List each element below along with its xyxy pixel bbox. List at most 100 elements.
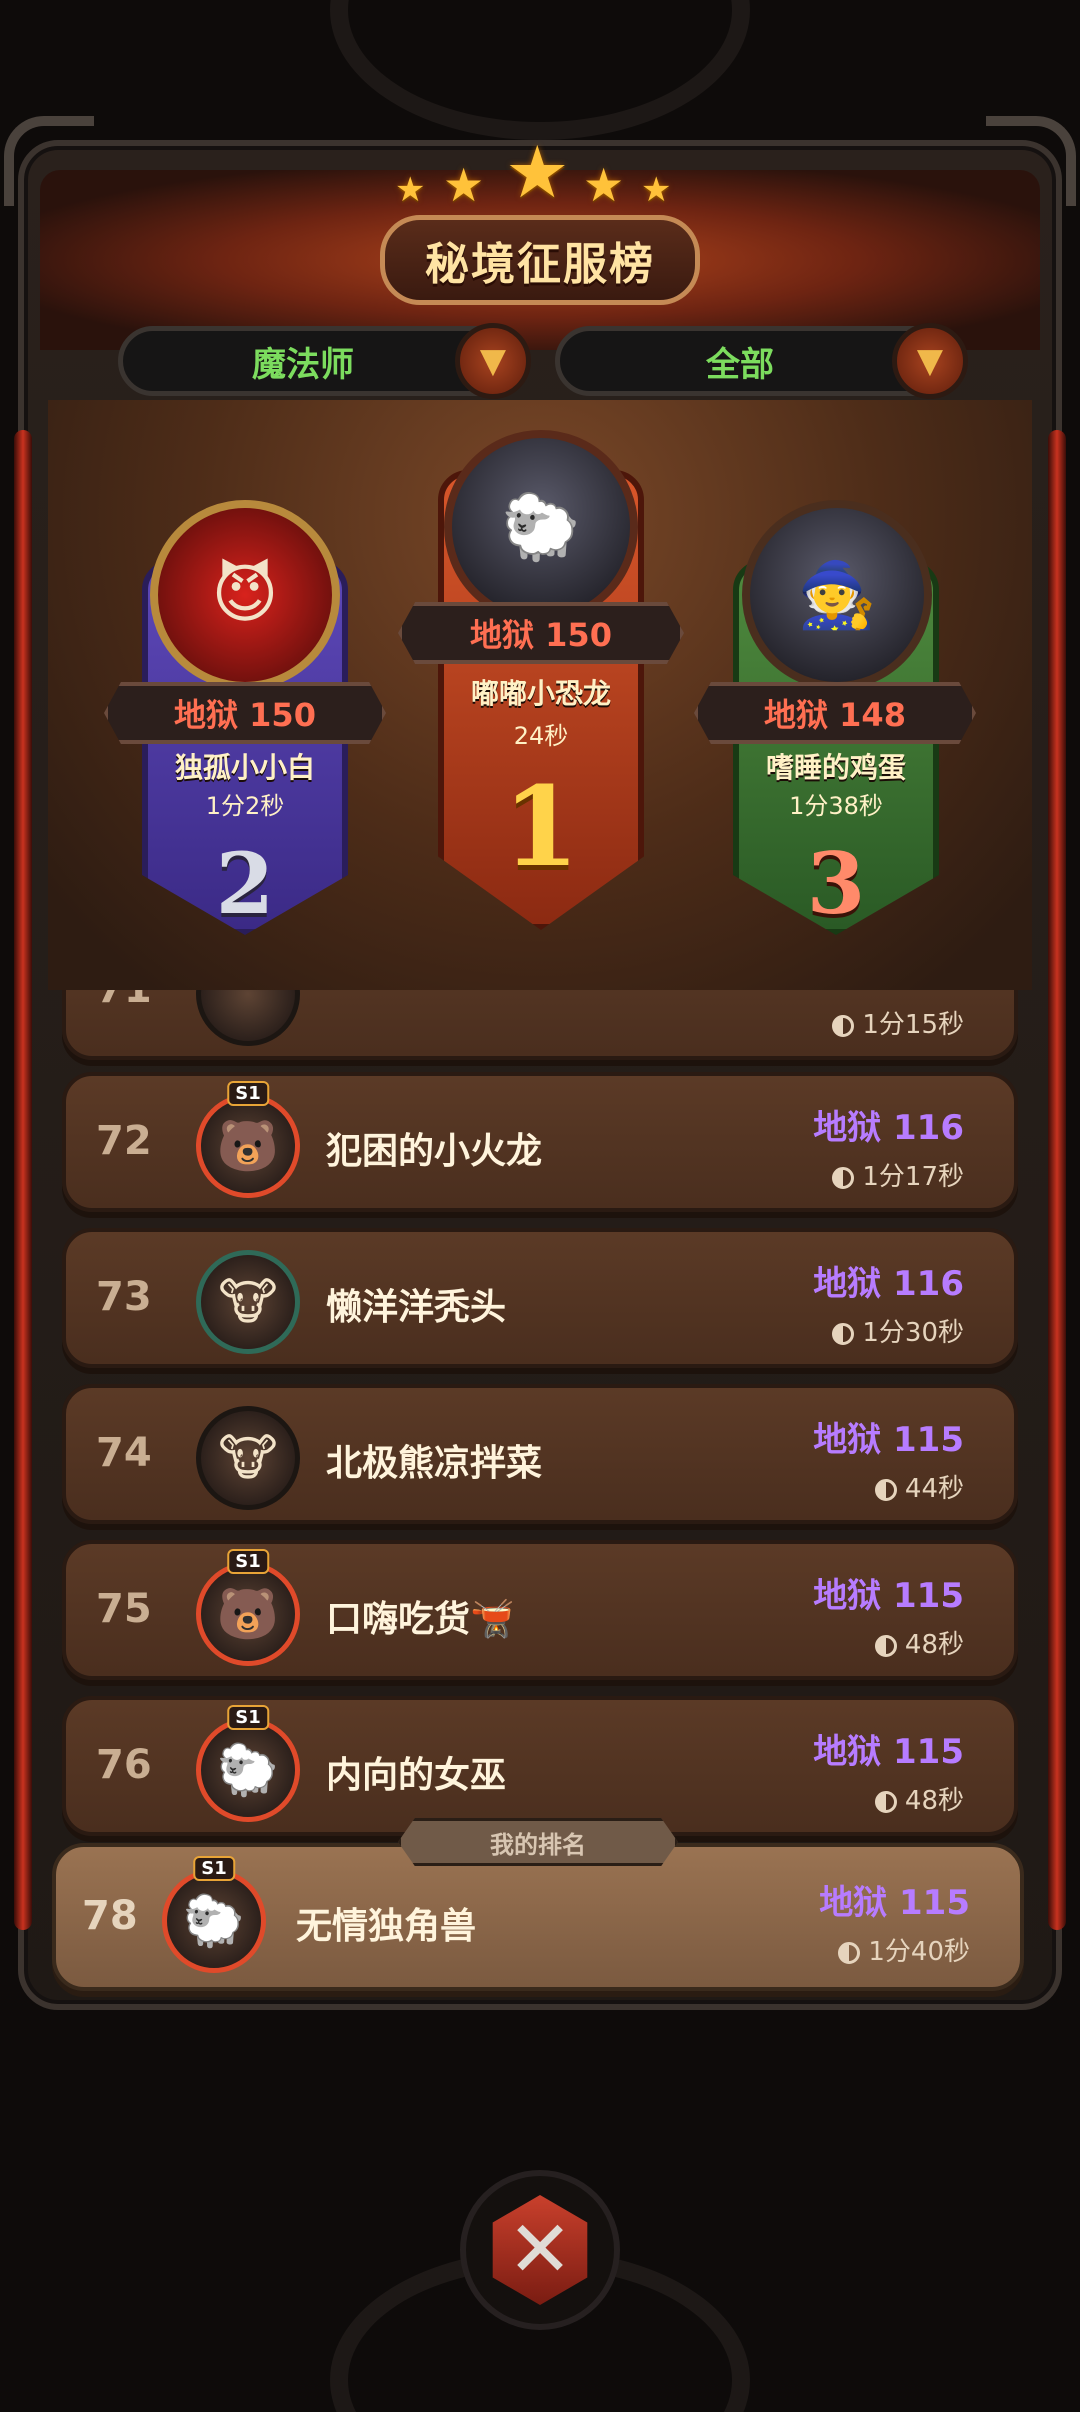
row-time: 1分17秒 xyxy=(832,1156,964,1193)
star-icon: ★ xyxy=(505,130,570,214)
player-name: 独孤小小白 xyxy=(174,751,315,784)
row-time: 1分40秒 xyxy=(838,1931,970,1968)
table-row[interactable]: 75 🐻 S1 口嗨吃货🫕 地狱 115 48秒 xyxy=(62,1540,1018,1680)
row-rank: 76 xyxy=(96,1742,152,1788)
player-name: 口嗨吃货🫕 xyxy=(326,1599,515,1640)
rank-number: 3 xyxy=(806,834,866,933)
avatar[interactable]: 🧙 xyxy=(742,500,932,690)
ranking-list[interactable]: 71 1分15秒 72 🐻 S1 犯困的小火龙 地狱 116 1分17秒 73 … xyxy=(48,990,1032,1890)
class-filter-dropdown[interactable]: 魔法师 ▼ xyxy=(118,323,531,399)
table-row[interactable]: 72 🐻 S1 犯困的小火龙 地狱 116 1分17秒 xyxy=(62,1072,1018,1212)
chevron-down-icon: ▼ xyxy=(916,341,944,381)
row-time: 44秒 xyxy=(874,1468,964,1505)
player-name: 无情独角兽 xyxy=(296,1906,477,1947)
row-time-value: 44秒 xyxy=(904,1474,964,1504)
clear-time: 24秒 xyxy=(513,722,569,750)
row-rank: 78 xyxy=(82,1893,138,1939)
row-rank: 72 xyxy=(96,1118,152,1164)
row-time: 1分15秒 xyxy=(832,1004,964,1041)
season-badge: S1 xyxy=(227,1549,269,1574)
table-row[interactable]: 71 1分15秒 xyxy=(62,990,1018,1060)
class-filter-button[interactable]: ▼ xyxy=(455,323,531,399)
level-label: 地狱 115 xyxy=(813,1576,964,1616)
podium-info-2: 独孤小小白 1分2秒 2 xyxy=(142,742,348,942)
clear-time: 1分38秒 xyxy=(789,792,883,820)
level-plate: 地狱 150 xyxy=(104,682,386,744)
avatar[interactable]: 🐮 xyxy=(196,1406,300,1510)
player-avatar-image: 🐮 xyxy=(218,1273,278,1331)
title-plate: 秘境征服榜 xyxy=(380,215,700,305)
row-time: 48秒 xyxy=(874,1624,964,1661)
level-label: 地狱 148 xyxy=(764,696,906,734)
star-icon: ★ xyxy=(641,170,672,210)
row-time-value: 1分30秒 xyxy=(862,1318,964,1348)
right-rail xyxy=(1048,430,1066,1930)
clock-icon xyxy=(832,1014,855,1037)
podium-info-3: 嗜睡的鸡蛋 1分38秒 3 xyxy=(733,742,939,942)
rating-stars: ★ ★ ★ ★ ★ xyxy=(395,130,685,214)
level-plate: 地狱 150 xyxy=(398,602,684,664)
player-name: 犯困的小火龙 xyxy=(326,1131,543,1172)
player-name: 嘟嘟小恐龙 xyxy=(470,677,611,710)
avatar[interactable]: 🐮 xyxy=(196,1250,300,1354)
player-avatar-image: 🐻 xyxy=(216,1584,280,1643)
level-label: 地狱 150 xyxy=(470,616,612,654)
row-rank: 73 xyxy=(96,1274,152,1320)
player-avatar-image: 🐻 xyxy=(216,1116,280,1175)
chevron-down-icon: ▼ xyxy=(479,341,507,381)
row-rank: 75 xyxy=(96,1586,152,1632)
left-rail xyxy=(14,430,32,1930)
close-icon: ✕ xyxy=(492,2195,588,2305)
table-row[interactable]: 74 🐮 北极熊凉拌菜 地狱 115 44秒 xyxy=(62,1384,1018,1524)
row-time-value: 48秒 xyxy=(904,1630,964,1660)
clock-icon xyxy=(832,1322,855,1345)
clock-icon xyxy=(874,1790,897,1813)
my-rank-label: 我的排名 xyxy=(398,1818,678,1866)
close-button[interactable]: ✕ xyxy=(460,2170,620,2330)
avatar[interactable]: 🐑 xyxy=(444,430,638,624)
background-swirl xyxy=(330,0,750,140)
clock-icon xyxy=(838,1941,861,1964)
star-icon: ★ xyxy=(395,170,426,210)
avatar[interactable]: 🐻 S1 xyxy=(196,1549,300,1666)
level-plate: 地狱 148 xyxy=(694,682,976,744)
player-name: 北极熊凉拌菜 xyxy=(326,1443,543,1484)
level-label: 地狱 115 xyxy=(813,1732,964,1772)
player-name: 懒洋洋秃头 xyxy=(326,1287,507,1328)
rank-number: 1 xyxy=(502,762,580,891)
row-time-value: 1分15秒 xyxy=(862,1010,964,1040)
row-time-value: 1分40秒 xyxy=(868,1937,970,1967)
player-avatar-image: 🐑 xyxy=(501,490,581,565)
scope-filter-dropdown[interactable]: 全部 ▼ xyxy=(555,323,968,399)
level-label: 地狱 116 xyxy=(813,1108,964,1148)
season-badge: S1 xyxy=(193,1856,235,1881)
season-badge: S1 xyxy=(227,1705,269,1730)
avatar[interactable]: 🐑 S1 xyxy=(196,1705,300,1822)
avatar[interactable]: 🐻 S1 xyxy=(196,1081,300,1198)
season-badge: S1 xyxy=(227,1081,269,1106)
podium-info-1: 嘟嘟小恐龙 24秒 1 xyxy=(438,662,644,922)
row-time: 48秒 xyxy=(874,1780,964,1817)
player-avatar-image: 🐑 xyxy=(216,1740,280,1799)
player-avatar-image: 🧙 xyxy=(797,558,877,633)
avatar[interactable]: 😈 xyxy=(150,500,340,690)
player-avatar-image: 🐑 xyxy=(182,1891,246,1950)
row-rank: 71 xyxy=(96,990,152,1012)
player-name: 嗜睡的鸡蛋 xyxy=(765,751,906,784)
rank-number: 2 xyxy=(215,834,275,933)
player-name: 内向的女巫 xyxy=(326,1755,507,1796)
clock-icon xyxy=(874,1634,897,1657)
avatar[interactable]: 🐑 S1 xyxy=(162,1856,266,1973)
table-row[interactable]: 76 🐑 S1 内向的女巫 地狱 115 48秒 xyxy=(62,1696,1018,1836)
player-avatar-image: 😈 xyxy=(211,558,279,632)
row-rank: 74 xyxy=(96,1430,152,1476)
clock-icon xyxy=(874,1478,897,1501)
scope-filter-button[interactable]: ▼ xyxy=(892,323,968,399)
avatar[interactable] xyxy=(196,990,300,1046)
level-label: 地狱 115 xyxy=(819,1883,970,1923)
row-time-value: 48秒 xyxy=(904,1786,964,1816)
level-label: 地狱 115 xyxy=(813,1420,964,1460)
row-time-value: 1分17秒 xyxy=(862,1162,964,1192)
table-row[interactable]: 73 🐮 懒洋洋秃头 地狱 116 1分30秒 xyxy=(62,1228,1018,1368)
star-icon: ★ xyxy=(443,158,485,212)
